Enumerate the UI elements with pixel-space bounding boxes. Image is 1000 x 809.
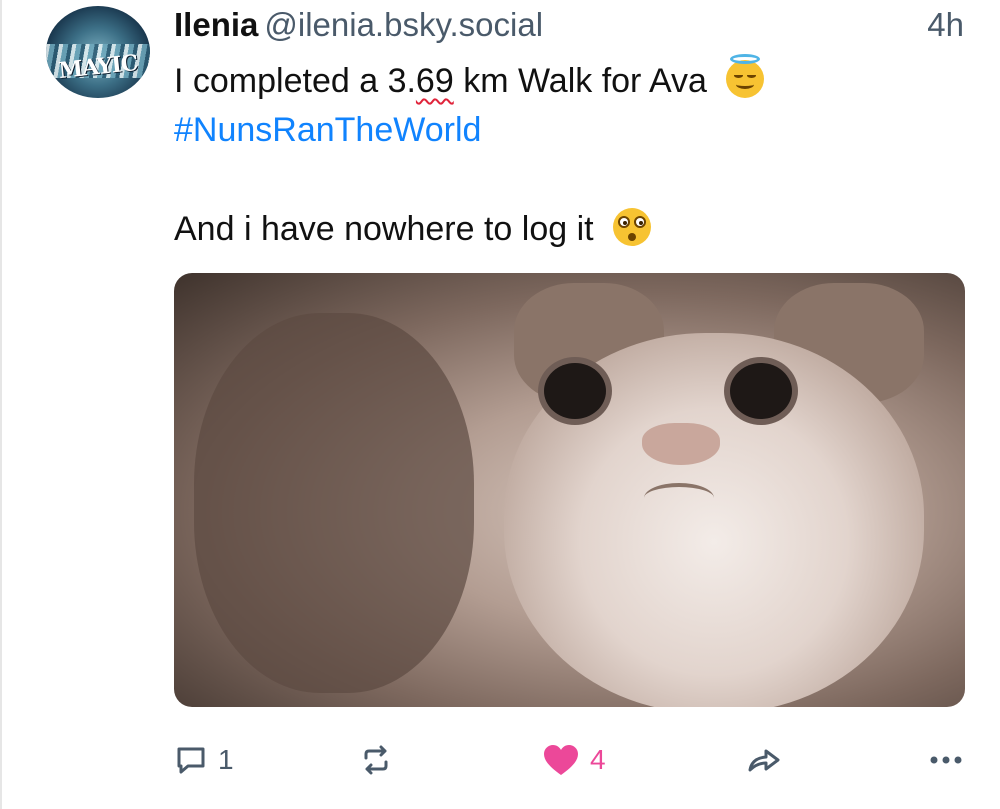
post[interactable]: MAYIC Ilenia @ilenia.bsky.social 4h I com… bbox=[0, 0, 1000, 809]
author-handle[interactable]: @ilenia.bsky.social bbox=[264, 6, 543, 43]
post-text-suffix: km Walk for Ava bbox=[453, 62, 707, 100]
author-display-name[interactable]: Ilenia bbox=[174, 6, 258, 43]
post-text-line-3: And i have nowhere to log it bbox=[174, 208, 652, 249]
author-avatar[interactable]: MAYIC bbox=[46, 6, 150, 98]
like-count: 4 bbox=[590, 744, 606, 775]
reply-icon bbox=[177, 747, 205, 774]
heart-icon bbox=[544, 745, 578, 775]
smiling-face-with-halo-icon bbox=[726, 54, 765, 98]
ellipsis-icon bbox=[930, 756, 962, 764]
cat-eye-right bbox=[730, 363, 792, 419]
cat-mouth bbox=[644, 483, 714, 513]
hashtag-link[interactable]: #NunsRanTheWorld bbox=[174, 111, 481, 150]
post-text-prefix: I completed a 3. bbox=[174, 62, 416, 100]
more-options-button[interactable] bbox=[928, 738, 964, 782]
reply-count: 1 bbox=[218, 744, 234, 775]
spellcheck-word: 69 bbox=[415, 62, 454, 100]
share-arrow-icon bbox=[748, 749, 780, 772]
flushed-face-icon bbox=[613, 208, 652, 246]
share-button[interactable] bbox=[746, 738, 782, 782]
post-media-image[interactable] bbox=[174, 273, 965, 707]
post-text-line-3-text: And i have nowhere to log it bbox=[174, 210, 594, 248]
reply-button[interactable]: 1 bbox=[174, 738, 234, 782]
repost-button[interactable] bbox=[358, 738, 404, 782]
post-timestamp[interactable]: 4h bbox=[927, 6, 964, 44]
cat-nose bbox=[642, 423, 720, 465]
post-actions: 1 4 bbox=[174, 738, 964, 782]
repost-icon bbox=[364, 745, 388, 775]
like-button[interactable]: 4 bbox=[542, 738, 606, 782]
post-header: Ilenia @ilenia.bsky.social 4h bbox=[174, 6, 964, 46]
cat-eye-left bbox=[544, 363, 606, 419]
media-blur-shape bbox=[194, 313, 474, 693]
post-text-line-1: I completed a 3.69 km Walk for Ava bbox=[174, 54, 765, 101]
